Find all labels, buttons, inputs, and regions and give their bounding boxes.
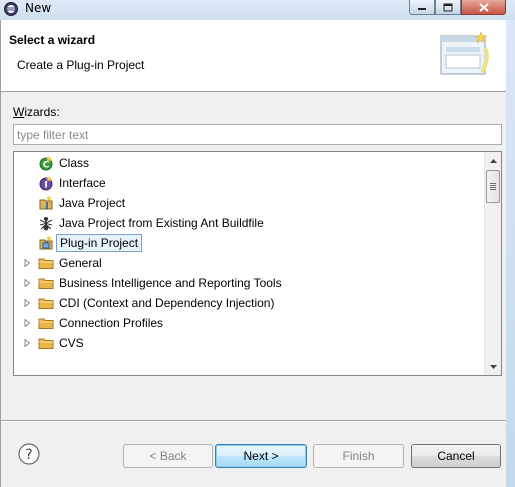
folder-icon — [38, 278, 54, 289]
grip-line — [490, 187, 496, 188]
help-icon[interactable]: ? — [18, 443, 40, 465]
expand-arrow-icon[interactable] — [24, 279, 31, 287]
filter-input[interactable] — [13, 124, 502, 145]
back-button[interactable]: < Back — [123, 444, 213, 468]
close-icon — [478, 2, 489, 12]
plugin-project-icon — [39, 235, 53, 250]
scroll-thumb[interactable] — [486, 170, 500, 203]
scroll-up-button[interactable] — [485, 152, 501, 169]
tree-item-connection-profiles[interactable]: Connection Profiles — [14, 313, 484, 333]
java-interface-icon: I — [39, 176, 53, 191]
finish-button[interactable]: Finish — [313, 444, 404, 468]
grip-line — [490, 189, 496, 190]
title-bar[interactable]: New — [0, 0, 515, 20]
tree-item-label: Java Project from Existing Ant Buildfile — [59, 216, 264, 230]
tree-item-ant-project[interactable]: Java Project from Existing Ant Buildfile — [14, 213, 484, 233]
folder-icon — [38, 258, 54, 269]
tree-item-label: General — [59, 256, 102, 270]
folder-icon — [38, 318, 54, 329]
dialog-client-area: Select a wizard Create a Plug-in Project… — [0, 20, 506, 487]
scroll-down-button[interactable] — [485, 358, 501, 375]
button-bar-separator — [1, 420, 506, 422]
folder-icon — [38, 338, 54, 349]
tree-item-label: Business Intelligence and Reporting Tool… — [59, 276, 282, 290]
svg-text:J: J — [45, 201, 49, 210]
cancel-button[interactable]: Cancel — [411, 444, 501, 468]
wizards-label-mnemonic: W — [13, 105, 25, 119]
grip-line — [490, 185, 496, 186]
tree-item-interface[interactable]: I Interface — [14, 173, 484, 193]
next-button[interactable]: Next > — [215, 444, 307, 468]
wizard-window: New Select a wizard Create a Plug-in Pro… — [0, 0, 515, 487]
tree-item-label: CDI (Context and Dependency Injection) — [59, 296, 275, 310]
arrow-up-icon — [490, 158, 497, 163]
tree-item-label: Connection Profiles — [59, 316, 164, 330]
tree-item-cdi[interactable]: CDI (Context and Dependency Injection) — [14, 293, 484, 313]
expand-arrow-icon[interactable] — [24, 299, 31, 307]
tree-item-label: Java Project — [59, 196, 126, 210]
wizard-banner: Select a wizard Create a Plug-in Project — [1, 20, 506, 92]
window-title: New — [25, 1, 52, 15]
expand-arrow-icon[interactable] — [24, 319, 31, 327]
tree-item-label: Interface — [59, 176, 106, 190]
tree-item-class[interactable]: C Class — [14, 153, 484, 173]
ant-icon — [39, 217, 53, 231]
close-button[interactable] — [461, 0, 506, 15]
tree-scrollbar[interactable] — [484, 152, 501, 375]
minimize-icon — [418, 8, 426, 10]
tree-item-general[interactable]: General — [14, 253, 484, 273]
wizard-tree[interactable]: C Class I Interface J Java Project Java … — [13, 151, 502, 376]
wizards-label: Wizards: — [13, 105, 60, 119]
minimize-button[interactable] — [409, 0, 435, 15]
java-class-icon: C — [39, 156, 53, 171]
wizard-banner-icon — [440, 31, 489, 75]
tree-item-java-project[interactable]: J Java Project — [14, 193, 484, 213]
tree-item-label: Plug-in Project — [56, 234, 143, 252]
folder-icon — [38, 298, 54, 309]
tree-item-plugin-project[interactable]: Plug-in Project — [14, 233, 484, 253]
banner-title: Select a wizard — [9, 33, 96, 47]
expand-arrow-icon[interactable] — [24, 339, 31, 347]
tree-item-cvs[interactable]: CVS — [14, 333, 484, 353]
wizards-label-text: izards: — [24, 105, 60, 119]
svg-text:I: I — [44, 181, 47, 191]
maximize-icon — [443, 3, 453, 11]
expand-arrow-icon[interactable] — [24, 259, 31, 267]
grip-line — [490, 183, 496, 184]
tree-item-label: Class — [59, 156, 90, 170]
eclipse-icon — [4, 2, 18, 16]
java-project-icon: J — [39, 195, 53, 210]
maximize-button[interactable] — [435, 0, 461, 15]
svg-text:?: ? — [25, 447, 32, 463]
svg-text:C: C — [43, 161, 50, 171]
banner-description: Create a Plug-in Project — [17, 58, 145, 72]
arrow-down-icon — [490, 364, 497, 369]
tree-item-birt[interactable]: Business Intelligence and Reporting Tool… — [14, 273, 484, 293]
tree-item-label: CVS — [59, 336, 84, 350]
